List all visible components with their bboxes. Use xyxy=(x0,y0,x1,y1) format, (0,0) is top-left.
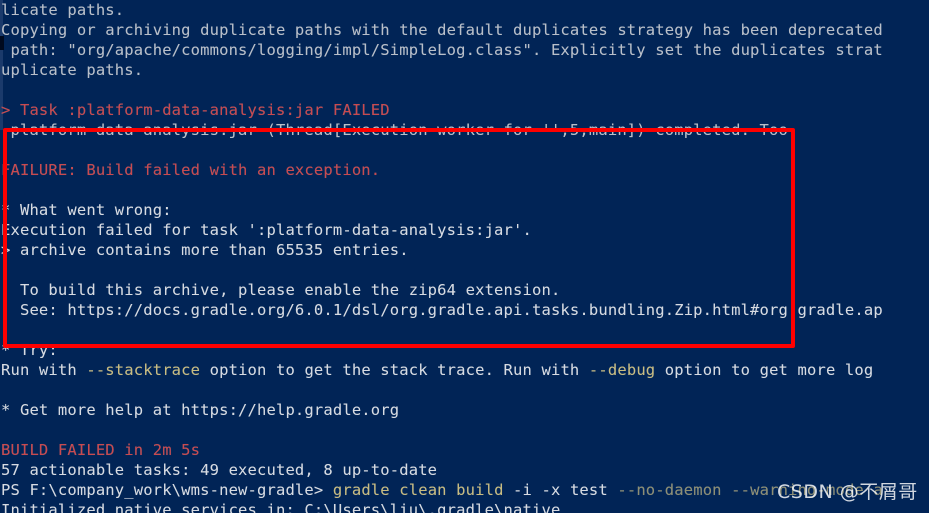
console-segment: --debug xyxy=(588,361,656,379)
console-line: * What went wrong: xyxy=(1,201,172,219)
console-segment: -i -x xyxy=(513,481,570,499)
console-line: path: "org/apache/commons/logging/impl/S… xyxy=(1,41,883,59)
console-segment: option to get the stack trace. Run with xyxy=(200,361,589,379)
console-segment: PS F:\company_work\wms-new-gradle> xyxy=(1,481,333,499)
console-line: * Try: xyxy=(1,341,58,359)
console-segment: option to get more log xyxy=(655,361,874,379)
console-line: Run with --stacktrace option to get the … xyxy=(1,360,929,380)
console-line: licate paths. xyxy=(1,1,125,19)
console-segment: Run with xyxy=(1,361,87,379)
console-line: > Task :platform-data-analysis:jar FAILE… xyxy=(1,101,390,119)
console-line: * Get more help at https://help.gradle.o… xyxy=(1,401,400,419)
console-line: Copying or archiving duplicate paths wit… xyxy=(1,21,883,39)
powershell-terminal[interactable]: licate paths. Copying or archiving duplic… xyxy=(0,0,929,513)
console-line: .platform-data-analysis.jar (Thread[Exec… xyxy=(1,121,788,139)
console-line: > archive contains more than 65535 entri… xyxy=(1,241,409,259)
csdn-watermark: CSDN @不屑哥 xyxy=(777,481,918,503)
console-output: licate paths. Copying or archiving duplic… xyxy=(0,0,929,513)
console-line: uplicate paths. xyxy=(1,61,144,79)
console-line: FAILURE: Build failed with an exception. xyxy=(1,161,381,179)
console-line: To build this archive, please enable the… xyxy=(1,281,561,299)
console-segment: gradle clean build xyxy=(332,481,514,499)
console-line: Execution failed for task ':platform-dat… xyxy=(1,221,532,239)
console-segment: --stacktrace xyxy=(86,361,201,379)
console-segment: --no-daemon xyxy=(617,481,732,499)
console-line: See: https://docs.gradle.org/6.0.1/dsl/o… xyxy=(1,301,883,319)
console-line: BUILD FAILED in 2m 5s xyxy=(1,441,201,459)
console-segment: test xyxy=(569,481,618,499)
